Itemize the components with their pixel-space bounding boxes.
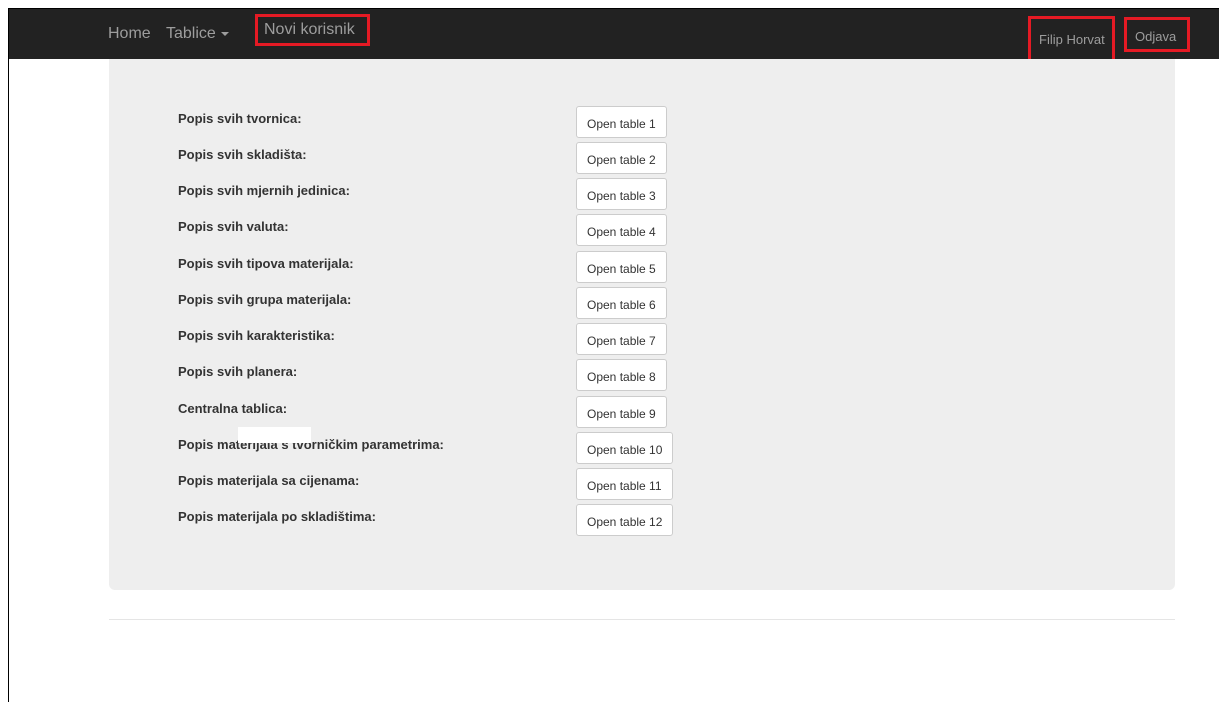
caret-down-icon xyxy=(220,31,229,36)
table-label: Centralna tablica: xyxy=(178,401,288,416)
nav-user-name[interactable]: Filip Horvat xyxy=(1028,16,1115,64)
redaction-patch xyxy=(238,427,311,443)
open-table-button[interactable]: Open table 8 xyxy=(576,359,667,391)
footer-divider xyxy=(109,619,1175,620)
table-label: Popis svih tvornica: xyxy=(178,111,302,126)
table-row: Popis svih planera: Open table 8 xyxy=(109,359,1175,400)
nav-home-link[interactable]: Home xyxy=(108,24,151,44)
window-left-border xyxy=(8,8,9,702)
nav-logout-link[interactable]: Odjava xyxy=(1124,17,1190,52)
open-table-button[interactable]: Open table 3 xyxy=(576,178,667,210)
open-table-button[interactable]: Open table 7 xyxy=(576,323,667,355)
open-table-button[interactable]: Open table 6 xyxy=(576,287,667,319)
table-label: Popis svih tipova materijala: xyxy=(178,256,354,271)
open-table-button[interactable]: Open table 5 xyxy=(576,251,667,283)
table-label: Popis svih mjernih jedinica: xyxy=(178,183,350,198)
open-table-button[interactable]: Open table 11 xyxy=(576,468,673,500)
open-table-button[interactable]: Open table 12 xyxy=(576,504,674,536)
table-label: Popis materijala sa cijenama: xyxy=(178,473,360,488)
table-label: Popis svih karakteristika: xyxy=(178,328,335,343)
table-label: Popis svih skladišta: xyxy=(178,147,307,162)
open-table-button[interactable]: Open table 10 xyxy=(576,432,674,464)
navbar: Home Tablice Novi korisnik Filip Horvat … xyxy=(9,9,1219,64)
table-label: Popis materijala po skladištima: xyxy=(178,509,376,524)
open-table-button[interactable]: Open table 4 xyxy=(576,214,667,246)
nav-tablice-dropdown[interactable]: Tablice xyxy=(166,24,229,44)
table-row: Popis materijala po skladištima: Open ta… xyxy=(109,504,1175,545)
table-label: Popis svih valuta: xyxy=(178,219,289,234)
nav-tablice-label: Tablice xyxy=(166,25,216,42)
open-table-button[interactable]: Open table 9 xyxy=(576,396,667,428)
table-label: Popis svih grupa materijala: xyxy=(178,292,352,307)
open-table-button[interactable]: Open table 2 xyxy=(576,142,667,174)
nav-novi-korisnik-link[interactable]: Novi korisnik xyxy=(255,14,370,46)
table-row: Popis svih valuta: Open table 4 xyxy=(109,214,1175,255)
open-table-button[interactable]: Open table 1 xyxy=(576,106,667,138)
tables-panel: Popis svih tvornica: Open table 1 Popis … xyxy=(109,59,1175,590)
table-label: Popis svih planera: xyxy=(178,364,298,379)
